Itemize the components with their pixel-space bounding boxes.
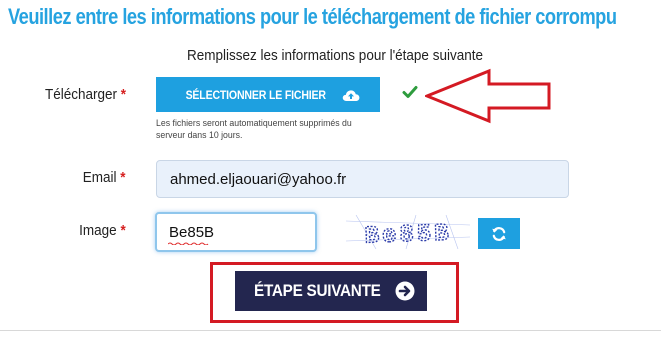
upload-label: Télécharger * [44,86,126,103]
captcha-input[interactable] [155,212,317,252]
annotation-arrow [425,68,551,124]
email-required-mark: * [120,169,126,186]
refresh-icon [492,226,506,241]
page-title: Veuillez entre les informations pour le … [8,4,617,29]
cloud-upload-icon [342,89,360,101]
captcha-image: Be85B [346,215,470,249]
upload-required-mark: * [120,86,126,103]
refresh-captcha-button[interactable] [478,218,520,249]
page-subtitle: Remplissez les informations pour l'étape… [187,47,483,64]
select-file-button[interactable]: SÉLECTIONNER LE FICHIER [156,77,380,112]
divider [0,330,661,331]
select-file-button-label: SÉLECTIONNER LE FICHIER [185,87,327,102]
annotation-highlight-box [210,262,459,323]
spellcheck-underline [168,242,209,245]
checkmark-icon [402,86,418,98]
captcha-label: Image * [79,222,126,239]
email-field[interactable] [156,160,569,198]
upload-help-text: Les fichiers seront automatiquement supp… [156,118,352,141]
email-label: Email * [83,169,126,186]
captcha-required-mark: * [120,222,126,239]
captcha-image-text: Be85B [364,220,452,249]
